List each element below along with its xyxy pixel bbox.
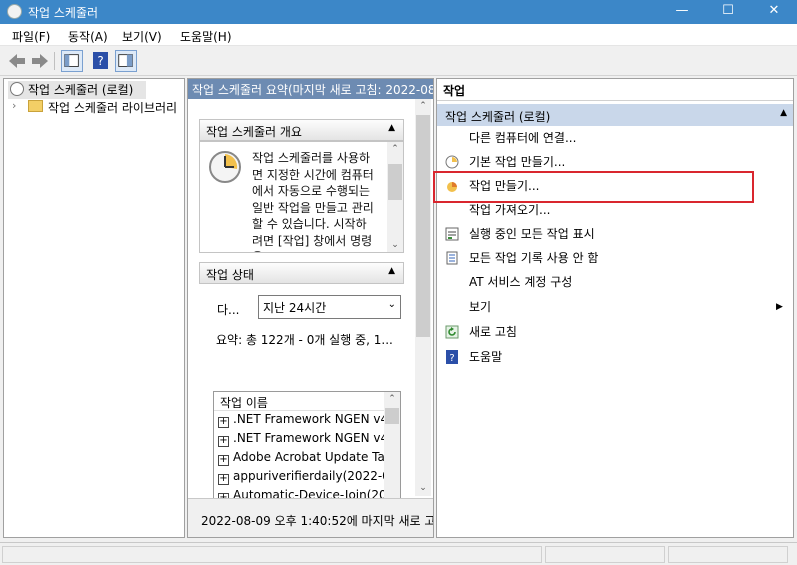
expand-plus-icon[interactable]: + xyxy=(218,455,229,466)
action-create-basic-task[interactable]: 기본 작업 만들기... xyxy=(445,151,785,173)
tree-root[interactable]: 작업 스케줄러 (로컬) xyxy=(8,81,146,99)
overview-panel: 작업 스케줄러를 사용하면 지정한 시간에 컴퓨터에서 자동으로 수행되는 일반… xyxy=(199,141,404,253)
history-icon xyxy=(446,251,458,265)
title-bar: 작업 스케줄러 — ☐ ✕ xyxy=(0,0,797,24)
action-help[interactable]: ? 도움말 xyxy=(445,346,785,368)
tree-root-label: 작업 스케줄러 (로컬) xyxy=(28,83,134,97)
summary-scrollbar[interactable]: ⌃ ⌄ xyxy=(415,99,431,496)
status-bar xyxy=(0,542,797,565)
scroll-up-arrow-icon[interactable]: ⌃ xyxy=(384,392,400,406)
status-panel-2 xyxy=(545,546,665,563)
overview-scrollbar[interactable]: ⌃ ⌄ xyxy=(387,142,403,252)
last-refresh-text: 2022-08-09 오후 1:40:52에 마지막 새로 고침 xyxy=(201,514,434,528)
show-hide-tree-icon[interactable] xyxy=(61,50,83,72)
summary-pane: 작업 스케줄러 요약(마지막 새로 고침: 2022-08-09 오후 1:40… xyxy=(187,78,434,538)
svg-text:?: ? xyxy=(449,353,454,364)
tree-library-label: 작업 스케줄러 라이브러리 xyxy=(48,101,178,115)
action-import-task[interactable]: 작업 가져오기... xyxy=(445,199,785,221)
period-select-value: 지난 24시간 xyxy=(263,301,327,315)
svg-text:?: ? xyxy=(97,54,103,68)
help-icon: ? xyxy=(446,350,458,364)
console-tree: 작업 스케줄러 (로컬) › 작업 스케줄러 라이브러리 xyxy=(3,78,185,538)
app-clock-icon xyxy=(7,4,22,19)
scroll-down-arrow-icon[interactable]: ⌄ xyxy=(387,238,403,252)
status-section-header[interactable]: 작업 상태 ▲ xyxy=(199,262,404,284)
task-list: 작업 이름 + .NET Framework NGEN v4.0 + .NET Fr… xyxy=(213,391,401,501)
toolbar-separator xyxy=(54,52,55,70)
toolbar: ? xyxy=(0,46,797,76)
collapse-caret-icon[interactable]: ▲ xyxy=(780,108,787,118)
close-button[interactable]: ✕ xyxy=(751,0,797,24)
task-row[interactable]: + Adobe Acrobat Update Task xyxy=(218,450,398,469)
action-at-service-account[interactable]: AT 서비스 계정 구성 xyxy=(445,271,785,293)
task-row[interactable]: + .NET Framework NGEN v4.0 xyxy=(218,412,400,431)
action-disable-history[interactable]: 모든 작업 기록 사용 안 함 xyxy=(445,247,785,269)
running-tasks-icon xyxy=(445,227,459,241)
overview-text: 작업 스케줄러를 사용하면 지정한 시간에 컴퓨터에서 자동으로 수행되는 일반… xyxy=(252,151,374,252)
actions-section-header[interactable]: 작업 스케줄러 (로컬) ▲ xyxy=(437,104,793,126)
maximize-button[interactable]: ☐ xyxy=(705,0,751,24)
clock-icon xyxy=(10,82,24,96)
help-toolbar-icon[interactable]: ? xyxy=(90,50,112,72)
action-connect-computer[interactable]: 다른 컴퓨터에 연결... xyxy=(445,127,785,149)
status-panel-main xyxy=(2,546,542,563)
menu-action[interactable]: 동작(A) xyxy=(68,28,108,45)
summary-footer: 2022-08-09 오후 1:40:52에 마지막 새로 고침 xyxy=(188,498,434,537)
action-show-running-tasks[interactable]: 실행 중인 모든 작업 표시 xyxy=(445,223,785,245)
menu-file[interactable]: 파일(F) xyxy=(12,28,50,45)
expand-chevron-icon[interactable]: › xyxy=(12,99,16,112)
task-row[interactable]: + .NET Framework NGEN v4.0 xyxy=(218,431,400,450)
expand-plus-icon[interactable]: + xyxy=(218,474,229,485)
collapse-caret-icon[interactable]: ▲ xyxy=(388,266,395,276)
action-view[interactable]: 보기 ▶ xyxy=(445,296,785,318)
menu-view[interactable]: 보기(V) xyxy=(122,28,162,45)
scroll-thumb[interactable] xyxy=(416,115,430,337)
dropdown-chevron-icon[interactable]: ⌄ xyxy=(388,299,396,310)
actions-title: 작업 xyxy=(437,79,793,101)
period-label: 다... xyxy=(217,303,240,317)
forward-icon[interactable] xyxy=(29,50,51,72)
menu-help[interactable]: 도움말(H) xyxy=(180,28,232,45)
back-icon[interactable] xyxy=(6,50,28,72)
scheduler-clock-icon xyxy=(209,151,241,183)
show-hide-action-pane-icon[interactable] xyxy=(115,50,137,72)
refresh-icon xyxy=(445,325,459,339)
actions-pane: 작업 작업 스케줄러 (로컬) ▲ 다른 컴퓨터에 연결... 기본 작업 만들… xyxy=(433,78,794,538)
window-title: 작업 스케줄러 xyxy=(28,6,99,20)
task-name-column: 작업 이름 xyxy=(220,396,268,410)
status-summary: 요약: 총 122개 - 0개 실행 중, 1... xyxy=(216,333,393,347)
status-title: 작업 상태 xyxy=(206,268,254,282)
expand-plus-icon[interactable]: + xyxy=(218,417,229,428)
status-panel-3 xyxy=(668,546,788,563)
collapse-caret-icon[interactable]: ▲ xyxy=(388,123,395,133)
minimize-button[interactable]: — xyxy=(659,0,705,24)
overview-title: 작업 스케줄러 개요 xyxy=(206,125,302,139)
task-list-scrollbar[interactable]: ⌃ xyxy=(384,392,400,500)
overview-section-header[interactable]: 작업 스케줄러 개요 ▲ xyxy=(199,119,404,141)
scroll-thumb[interactable] xyxy=(385,408,399,424)
submenu-arrow-icon[interactable]: ▶ xyxy=(776,296,783,318)
action-refresh[interactable]: 새로 고침 xyxy=(445,321,785,343)
scroll-thumb[interactable] xyxy=(388,164,402,200)
task-row[interactable]: + appuriverifierdaily(2022-08 xyxy=(218,469,397,488)
scroll-down-arrow-icon[interactable]: ⌄ xyxy=(415,481,431,495)
task-list-header[interactable]: 작업 이름 xyxy=(214,392,384,411)
scroll-up-arrow-icon[interactable]: ⌃ xyxy=(415,99,431,113)
scroll-up-arrow-icon[interactable]: ⌃ xyxy=(387,142,403,156)
period-select[interactable]: 지난 24시간 ⌄ xyxy=(258,295,401,319)
menu-bar: 파일(F) 동작(A) 보기(V) 도움말(H) xyxy=(0,24,797,46)
actions-section-label: 작업 스케줄러 (로컬) xyxy=(445,110,551,124)
summary-header: 작업 스케줄러 요약(마지막 새로 고침: 2022-08-09 오후 1:40… xyxy=(188,79,433,99)
expand-plus-icon[interactable]: + xyxy=(218,436,229,447)
clock-icon xyxy=(445,155,459,169)
folder-icon xyxy=(28,100,43,112)
tree-library[interactable]: › 작업 스케줄러 라이브러리 xyxy=(10,99,186,117)
